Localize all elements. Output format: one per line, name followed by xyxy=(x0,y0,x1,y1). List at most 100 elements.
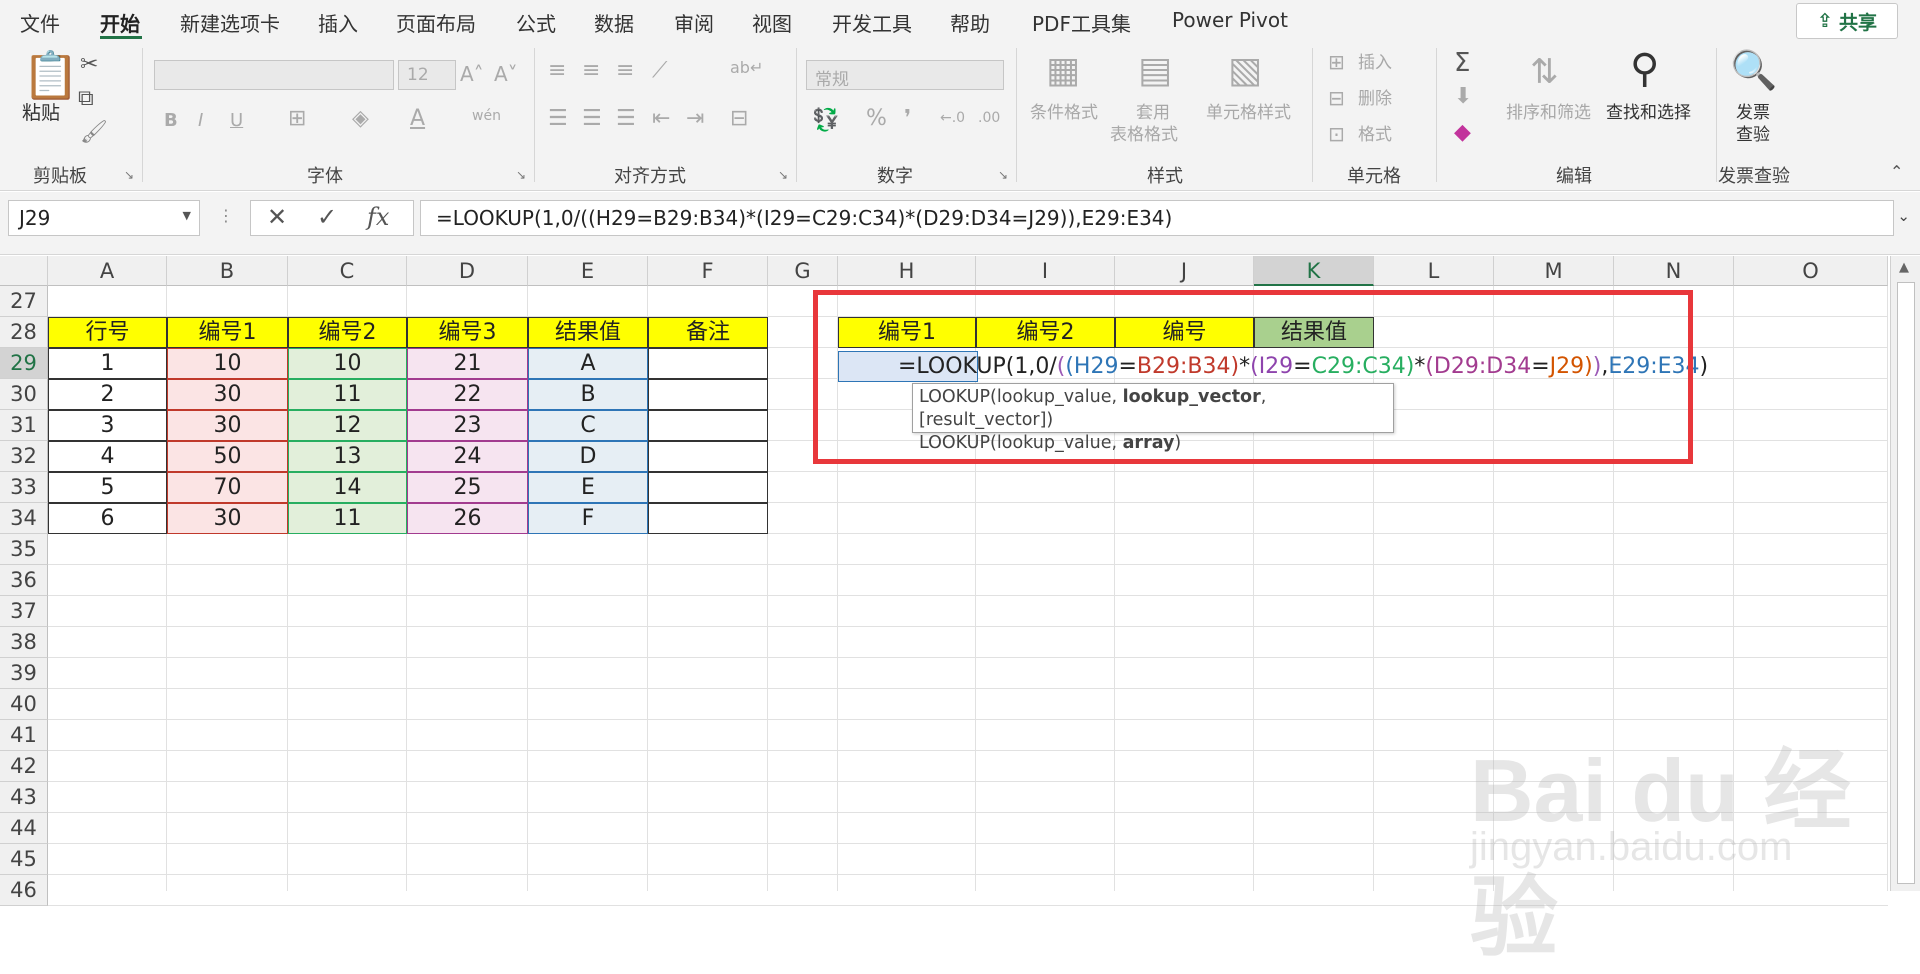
enter-icon[interactable]: ✓ xyxy=(317,203,337,231)
row-header-44[interactable]: 44 xyxy=(0,813,48,844)
align-center-icon[interactable]: ☰ xyxy=(582,106,602,131)
tab-review[interactable]: 审阅 xyxy=(674,8,714,37)
column-header-K[interactable]: K xyxy=(1254,256,1374,286)
table-cell[interactable]: A xyxy=(528,348,648,379)
comma-icon[interactable]: ❜ xyxy=(904,106,911,131)
row-header-33[interactable]: 33 xyxy=(0,472,48,503)
column-header-I[interactable]: I xyxy=(976,256,1115,286)
row-header-41[interactable]: 41 xyxy=(0,720,48,751)
orientation-icon[interactable]: ⟋ xyxy=(652,58,667,83)
insert-cells-button[interactable]: 插入 xyxy=(1358,52,1392,74)
format-painter-icon[interactable]: 🖌 xyxy=(80,120,108,145)
delete-cells-button[interactable]: 删除 xyxy=(1358,88,1392,110)
row-header-39[interactable]: 39 xyxy=(0,658,48,689)
table-header-cell[interactable]: 结果值 xyxy=(528,317,648,348)
bold-icon[interactable]: B xyxy=(164,110,178,131)
column-header-D[interactable]: D xyxy=(407,256,528,286)
select-all-corner[interactable] xyxy=(0,256,48,286)
tab-insert[interactable]: 插入 xyxy=(318,8,358,37)
column-header-J[interactable]: J xyxy=(1115,256,1254,286)
column-header-C[interactable]: C xyxy=(288,256,407,286)
increase-font-icon[interactable]: A˄ xyxy=(460,62,484,86)
table-cell[interactable]: 24 xyxy=(407,441,528,472)
row-header-28[interactable]: 28 xyxy=(0,317,48,348)
invoice-check-icon[interactable]: 🔍 xyxy=(1730,48,1777,93)
row-header-35[interactable]: 35 xyxy=(0,534,48,565)
alignment-launcher-icon[interactable]: ↘ xyxy=(778,168,788,182)
align-top-icon[interactable]: ≡ xyxy=(548,58,566,83)
format-as-table-icon[interactable]: ▤ xyxy=(1138,50,1172,91)
copy-icon[interactable]: ⧉ xyxy=(78,86,94,111)
table-header-cell[interactable]: 行号 xyxy=(48,317,167,348)
table-cell[interactable]: D xyxy=(528,441,648,472)
table-cell[interactable]: 11 xyxy=(288,503,407,534)
align-middle-icon[interactable]: ≡ xyxy=(582,58,600,83)
scroll-thumb[interactable] xyxy=(1897,282,1915,884)
sort-filter-button[interactable]: 排序和筛选 xyxy=(1506,102,1591,124)
column-header-F[interactable]: F xyxy=(648,256,768,286)
table-cell[interactable]: 2 xyxy=(48,379,167,410)
table-header-cell[interactable]: 备注 xyxy=(648,317,768,348)
format-cells-button[interactable]: 格式 xyxy=(1358,124,1392,146)
table-cell[interactable]: 23 xyxy=(407,410,528,441)
table-cell[interactable] xyxy=(648,410,768,441)
tab-view[interactable]: 视图 xyxy=(752,8,792,37)
conditional-format-button[interactable]: 条件格式 xyxy=(1030,102,1098,124)
tab-pdf-tools[interactable]: PDF工具集 xyxy=(1032,8,1131,37)
table-cell[interactable] xyxy=(648,472,768,503)
table-cell[interactable]: F xyxy=(528,503,648,534)
decrease-indent-icon[interactable]: ⇤ xyxy=(652,106,670,131)
tab-new[interactable]: 新建选项卡 xyxy=(180,8,280,37)
row-header-27[interactable]: 27 xyxy=(0,286,48,317)
row-header-36[interactable]: 36 xyxy=(0,565,48,596)
more-icon[interactable]: ⋮ xyxy=(218,206,234,225)
table-cell[interactable]: 13 xyxy=(288,441,407,472)
table-cell[interactable] xyxy=(648,379,768,410)
table-cell[interactable] xyxy=(648,348,768,379)
share-button[interactable]: ⇪ 共享 xyxy=(1796,3,1898,39)
row-header-34[interactable]: 34 xyxy=(0,503,48,534)
table-cell[interactable]: 6 xyxy=(48,503,167,534)
align-bottom-icon[interactable]: ≡ xyxy=(616,58,634,83)
clear-icon[interactable]: ◆ xyxy=(1454,120,1471,145)
fill-icon[interactable]: ⬇ xyxy=(1454,84,1472,109)
chevron-down-icon[interactable]: ▼ xyxy=(183,209,191,222)
table-cell[interactable]: 70 xyxy=(167,472,288,503)
find-select-button[interactable]: 查找和选择 xyxy=(1606,102,1691,124)
underline-icon[interactable]: U xyxy=(230,110,243,131)
fill-color-icon[interactable]: ◈ xyxy=(352,106,369,131)
cell-styles-icon[interactable]: ▧ xyxy=(1228,50,1262,91)
decrease-font-icon[interactable]: A˅ xyxy=(494,62,518,86)
table-cell[interactable] xyxy=(648,503,768,534)
find-select-icon[interactable]: ⚲ xyxy=(1630,46,1659,92)
invoice-button-line2[interactable]: 查验 xyxy=(1736,124,1770,146)
tab-power-pivot[interactable]: Power Pivot xyxy=(1172,8,1288,32)
table-cell[interactable]: 11 xyxy=(288,379,407,410)
table-cell[interactable]: 50 xyxy=(167,441,288,472)
table-cell[interactable]: 26 xyxy=(407,503,528,534)
scroll-up-icon[interactable]: ▲ xyxy=(1899,260,1909,275)
tab-page-layout[interactable]: 页面布局 xyxy=(396,8,476,37)
table-cell[interactable]: 10 xyxy=(167,348,288,379)
tab-help[interactable]: 帮助 xyxy=(950,8,990,37)
paste-button[interactable]: 粘贴 xyxy=(22,102,60,124)
table-header-cell[interactable]: 编号1 xyxy=(167,317,288,348)
tab-data[interactable]: 数据 xyxy=(594,8,634,37)
table-cell[interactable]: C xyxy=(528,410,648,441)
percent-icon[interactable]: % xyxy=(866,106,887,131)
column-header-H[interactable]: H xyxy=(838,256,976,286)
tab-developer[interactable]: 开发工具 xyxy=(832,8,912,37)
row-header-31[interactable]: 31 xyxy=(0,410,48,441)
vertical-scrollbar[interactable]: ▲ xyxy=(1890,256,1920,891)
insert-cells-icon[interactable]: ⊞ xyxy=(1328,50,1345,74)
invoice-button-line1[interactable]: 发票 xyxy=(1736,102,1770,124)
autosum-icon[interactable]: Σ xyxy=(1454,48,1470,78)
row-header-38[interactable]: 38 xyxy=(0,627,48,658)
sort-filter-icon[interactable]: ⇅ xyxy=(1530,52,1559,92)
row-header-30[interactable]: 30 xyxy=(0,379,48,410)
row-header-37[interactable]: 37 xyxy=(0,596,48,627)
merge-center-icon[interactable]: ⊟ xyxy=(730,106,748,131)
table-cell[interactable]: 22 xyxy=(407,379,528,410)
column-header-L[interactable]: L xyxy=(1374,256,1494,286)
clipboard-launcher-icon[interactable]: ↘ xyxy=(124,168,134,182)
